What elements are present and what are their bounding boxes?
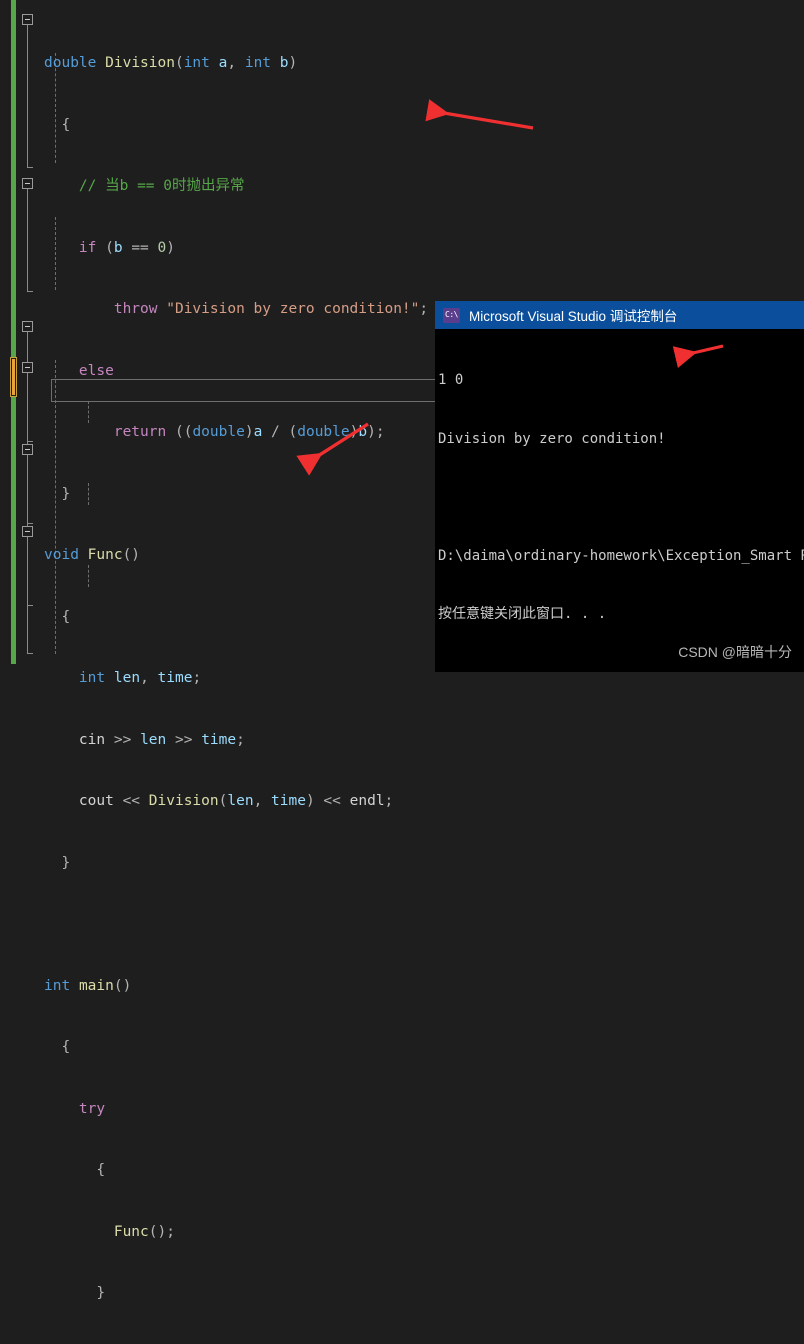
change-bar-green-top (11, 0, 16, 376)
code-line-17: { (44, 1039, 71, 1055)
code-line-21: } (44, 1285, 106, 1301)
console-output-line: 按任意键关闭此窗口. . . (438, 606, 607, 622)
code-line-11: int len, time; (78, 670, 202, 686)
fold-toggle-catch-char[interactable] (22, 444, 33, 455)
code-line-7: return ((double)a / (double)b); (113, 424, 385, 440)
outlining-column[interactable] (22, 0, 40, 672)
fold-toggle-main[interactable] (22, 321, 33, 332)
code-line-13: cout << Division(len, time) << endl; (78, 793, 394, 809)
csdn-watermark: CSDN @暗暗十分 (678, 644, 792, 660)
fold-bracket-foot-try (27, 441, 33, 442)
code-line-8: } (44, 485, 71, 502)
debug-console-window[interactable]: C:\ Microsoft Visual Studio 调试控制台 1 0 Di… (435, 301, 804, 672)
change-bar-unsaved (10, 357, 17, 397)
console-output-blank (438, 488, 804, 508)
code-line-18: try (78, 1100, 106, 1117)
fold-bracket-try (27, 373, 28, 441)
console-output: 1 0 Division by zero condition! D:\daima… (435, 329, 804, 664)
fold-bracket-foot-catch-char (27, 523, 33, 524)
code-text[interactable]: double Division(int a, int b) { // 当b ==… (44, 12, 428, 1344)
fold-toggle-func[interactable] (22, 178, 33, 189)
code-line-3: // 当b == 0时抛出异常 (78, 178, 245, 194)
fold-toggle-try[interactable] (22, 362, 33, 373)
code-line-19: { (44, 1162, 106, 1178)
code-line-12: cin >> len >> time; (78, 731, 245, 748)
code-line-20: Func(); (113, 1223, 175, 1240)
code-line-10: { (44, 608, 71, 625)
fold-bracket-foot-division (27, 167, 33, 168)
console-app-icon: C:\ (443, 307, 460, 323)
fold-bracket-func (27, 189, 28, 291)
fold-bracket-catch-char (27, 455, 28, 523)
fold-bracket-division (27, 25, 28, 167)
code-line-1: double Division(int a, int b) (44, 55, 298, 71)
code-line-5: throw "Division by zero condition!"; (113, 301, 429, 317)
fold-bracket-foot-catch-all (27, 605, 33, 606)
console-output-line: 1 0 (438, 372, 464, 388)
console-title-text: Microsoft Visual Studio 调试控制台 (469, 309, 678, 324)
change-bar-green-bottom (11, 397, 16, 664)
code-line-4: if (b == 0) (78, 239, 175, 256)
code-line-9: void Func() (44, 547, 141, 563)
code-line-16: int main() (44, 977, 132, 994)
fold-bracket-foot-main (27, 653, 33, 654)
code-line-2: { (44, 116, 71, 133)
fold-toggle-division[interactable] (22, 14, 33, 25)
code-line-14: } (44, 854, 71, 871)
console-title-bar[interactable]: C:\ Microsoft Visual Studio 调试控制台 (435, 301, 804, 329)
fold-bracket-foot-func (27, 291, 33, 292)
fold-toggle-catch-all[interactable] (22, 526, 33, 537)
fold-bracket-catch-all (27, 537, 28, 605)
console-app-icon-label: C:\ (445, 310, 458, 319)
code-line-6: else (78, 362, 114, 379)
console-output-line: Division by zero condition! (438, 430, 666, 447)
console-output-line: D:\daima\ordinary-homework\Exception_Sma… (438, 547, 804, 564)
